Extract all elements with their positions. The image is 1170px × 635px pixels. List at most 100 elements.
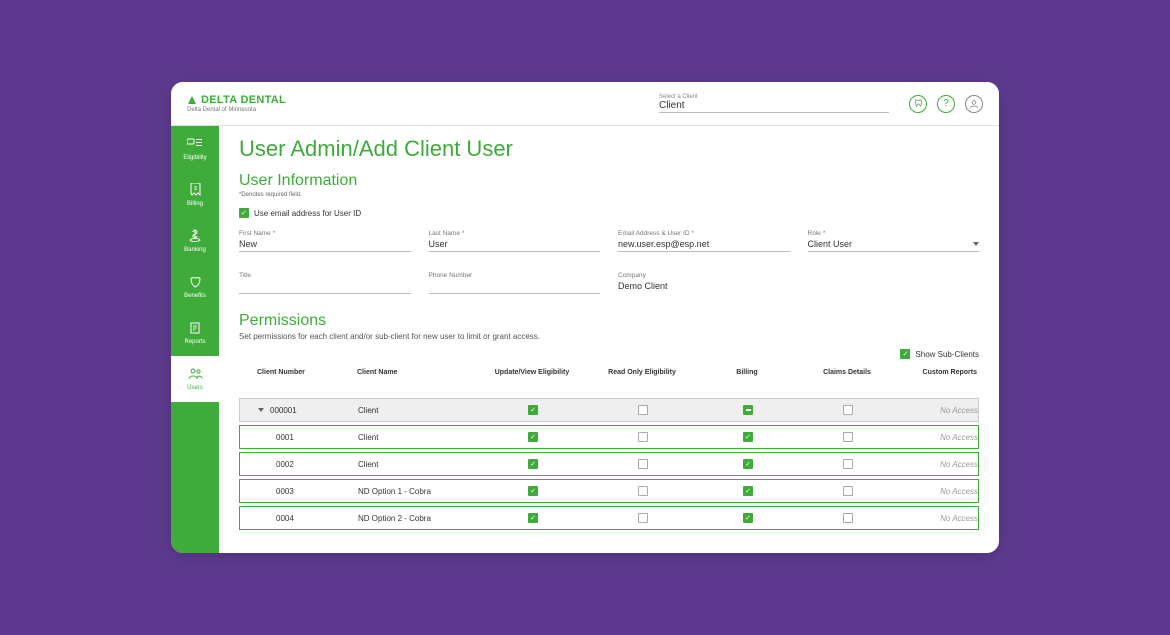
row-name: ND Option 1 - Cobra bbox=[358, 487, 478, 496]
billing-checkbox[interactable]: ✓ bbox=[743, 513, 753, 523]
users-icon bbox=[188, 367, 203, 383]
reports-access[interactable]: No Access bbox=[898, 433, 988, 442]
col-update-eligibility: Update/View Eligibility bbox=[477, 369, 587, 376]
company-value: Demo Client bbox=[618, 281, 790, 293]
billing-checkbox[interactable]: ✓ bbox=[743, 459, 753, 469]
top-header: DELTA DENTAL Delta Dental of Minnesota S… bbox=[171, 82, 999, 126]
table-body: 000001 Client ✓ No Access 0001 Client ✓ … bbox=[239, 398, 979, 530]
last-name-input[interactable]: User bbox=[429, 239, 601, 252]
client-selector[interactable]: Select a Client Client bbox=[659, 94, 889, 113]
role-select[interactable]: Client User bbox=[808, 239, 980, 252]
reports-icon bbox=[190, 321, 200, 337]
row-number: 0002 bbox=[248, 460, 358, 469]
last-name-field[interactable]: Last Name* User bbox=[429, 230, 601, 252]
first-name-input[interactable]: New bbox=[239, 239, 411, 252]
title-input[interactable] bbox=[239, 281, 411, 294]
update-checkbox[interactable]: ✓ bbox=[528, 432, 538, 442]
sidebar-item-reports[interactable]: Reports bbox=[171, 310, 219, 356]
sidebar-item-label: Reports bbox=[184, 339, 205, 345]
table-header: Client Number Client Name Update/View El… bbox=[239, 365, 979, 380]
show-sub-clients-row[interactable]: ✓ Show Sub-Clients bbox=[239, 349, 979, 359]
claims-checkbox[interactable] bbox=[843, 432, 853, 442]
sidebar-item-label: Eligibility bbox=[183, 155, 206, 161]
email-input[interactable]: new.user.esp@esp.net bbox=[618, 239, 790, 252]
reports-access[interactable]: No Access bbox=[898, 406, 988, 415]
delta-icon bbox=[187, 95, 197, 105]
sidebar-item-billing[interactable]: $ Billing bbox=[171, 172, 219, 218]
brand-logo: DELTA DENTAL bbox=[187, 94, 286, 106]
billing-icon: $ bbox=[190, 183, 201, 199]
claims-checkbox[interactable] bbox=[843, 405, 853, 415]
reports-access[interactable]: No Access bbox=[898, 460, 988, 469]
row-name: Client bbox=[358, 433, 478, 442]
update-checkbox[interactable]: ✓ bbox=[528, 513, 538, 523]
claims-checkbox[interactable] bbox=[843, 513, 853, 523]
show-sub-checkbox[interactable]: ✓ bbox=[900, 349, 910, 359]
row-number[interactable]: 000001 bbox=[248, 406, 358, 415]
row-number: 0004 bbox=[248, 514, 358, 523]
read-checkbox[interactable] bbox=[638, 432, 648, 442]
read-checkbox[interactable] bbox=[638, 513, 648, 523]
help-icon[interactable]: ? bbox=[937, 95, 955, 113]
profile-icon[interactable] bbox=[965, 95, 983, 113]
claims-checkbox[interactable] bbox=[843, 459, 853, 469]
table-row: 0003 ND Option 1 - Cobra ✓ ✓ No Access bbox=[239, 479, 979, 503]
company-field: Company Demo Client bbox=[618, 272, 790, 294]
sidebar-item-label: Billing bbox=[187, 201, 203, 207]
read-checkbox[interactable] bbox=[638, 486, 648, 496]
col-billing: Billing bbox=[697, 369, 797, 376]
svg-text:$: $ bbox=[194, 186, 197, 192]
sidebar-item-eligibility[interactable]: Eligibility bbox=[171, 126, 219, 172]
col-reports: Custom Reports bbox=[897, 369, 987, 376]
tooth-icon[interactable] bbox=[909, 95, 927, 113]
sidebar-item-label: Benefits bbox=[184, 293, 206, 299]
read-checkbox[interactable] bbox=[638, 459, 648, 469]
title-field[interactable]: Title bbox=[239, 272, 411, 294]
sidebar-item-users[interactable]: Users bbox=[171, 356, 219, 402]
logo-block: DELTA DENTAL Delta Dental of Minnesota bbox=[187, 94, 286, 113]
chevron-down-icon bbox=[973, 242, 979, 246]
page-title: User Admin/Add Client User bbox=[239, 136, 979, 162]
billing-checkbox[interactable]: ✓ bbox=[743, 432, 753, 442]
use-email-checkbox[interactable]: ✓ bbox=[239, 208, 249, 218]
row-number: 0003 bbox=[248, 487, 358, 496]
reports-access[interactable]: No Access bbox=[898, 487, 988, 496]
read-checkbox[interactable] bbox=[638, 405, 648, 415]
eligibility-icon bbox=[187, 137, 203, 153]
first-name-field[interactable]: First Name* New bbox=[239, 230, 411, 252]
email-field[interactable]: Email Address & User ID* new.user.esp@es… bbox=[618, 230, 790, 252]
sidebar-item-banking[interactable]: Banking bbox=[171, 218, 219, 264]
update-checkbox[interactable]: ✓ bbox=[528, 459, 538, 469]
banking-icon bbox=[189, 229, 201, 245]
show-sub-label: Show Sub-Clients bbox=[915, 350, 979, 359]
benefits-icon bbox=[190, 275, 201, 291]
brand-subtitle: Delta Dental of Minnesota bbox=[187, 107, 286, 113]
use-email-label: Use email address for User ID bbox=[254, 209, 361, 218]
app-window: DELTA DENTAL Delta Dental of Minnesota S… bbox=[171, 82, 999, 553]
permissions-desc: Set permissions for each client and/or s… bbox=[239, 332, 979, 341]
sidebar-item-label: Banking bbox=[184, 247, 206, 253]
use-email-checkbox-row[interactable]: ✓ Use email address for User ID bbox=[239, 208, 979, 218]
sidebar-item-label: Users bbox=[187, 385, 203, 391]
table-row: 0002 Client ✓ ✓ No Access bbox=[239, 452, 979, 476]
update-checkbox[interactable]: ✓ bbox=[528, 486, 538, 496]
sidebar-item-benefits[interactable]: Benefits bbox=[171, 264, 219, 310]
update-checkbox[interactable]: ✓ bbox=[528, 405, 538, 415]
claims-checkbox[interactable] bbox=[843, 486, 853, 496]
col-read-eligibility: Read Only Eligibility bbox=[587, 369, 697, 376]
user-info-title: User Information bbox=[239, 172, 979, 190]
table-row: 000001 Client ✓ No Access bbox=[239, 398, 979, 422]
role-field[interactable]: Role* Client User bbox=[808, 230, 980, 252]
header-icons: ? bbox=[909, 95, 983, 113]
phone-field[interactable]: Phone Number bbox=[429, 272, 601, 294]
expand-icon[interactable] bbox=[258, 408, 264, 412]
col-client-name: Client Name bbox=[357, 369, 477, 376]
col-claims: Claims Details bbox=[797, 369, 897, 376]
required-note: *Denotes required field. bbox=[239, 192, 979, 198]
billing-checkbox[interactable]: ✓ bbox=[743, 486, 753, 496]
reports-access[interactable]: No Access bbox=[898, 514, 988, 523]
main-area: Eligibility $ Billing Banking Benefits bbox=[171, 126, 999, 553]
phone-input[interactable] bbox=[429, 281, 601, 294]
billing-checkbox[interactable] bbox=[743, 405, 753, 415]
permissions-title: Permissions bbox=[239, 312, 979, 330]
